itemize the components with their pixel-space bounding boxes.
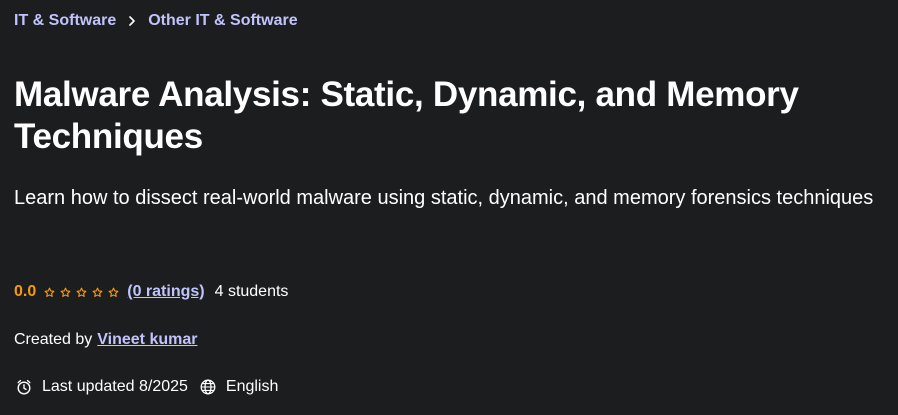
globe-icon [200, 379, 216, 395]
chevron-right-icon [128, 16, 136, 26]
course-subtitle: Learn how to dissect real-world malware … [14, 187, 874, 209]
course-language: English [225, 378, 279, 395]
star-outline-icon [60, 287, 71, 298]
students-count: 4 students [214, 283, 289, 300]
course-header: IT & Software Other IT & Software Malwar… [0, 0, 898, 415]
created-by-label: Created by [14, 331, 93, 348]
last-updated: Last updated 8/2025 [42, 378, 188, 395]
star-outline-icon [92, 287, 103, 298]
breadcrumb-it-software[interactable]: IT & Software [14, 12, 116, 30]
star-outline-icon [44, 287, 55, 298]
star-outline-icon [76, 287, 87, 298]
alarm-clock-icon [16, 379, 32, 395]
ratings-count-link[interactable]: (0 ratings) [127, 283, 204, 301]
creator-row: Created by Vineet kumar [14, 331, 197, 349]
course-meta: Last updated 8/2025 English [16, 378, 290, 396]
star-rating [44, 287, 119, 298]
breadcrumb-other-it-software[interactable]: Other IT & Software [148, 12, 297, 30]
instructor-link[interactable]: Vineet kumar [97, 331, 197, 349]
rating-row: 0.0 (0 ratings) 4 students [14, 283, 288, 301]
breadcrumb: IT & Software Other IT & Software [14, 12, 298, 30]
course-title: Malware Analysis: Static, Dynamic, and M… [14, 75, 799, 156]
rating-value: 0.0 [14, 283, 37, 300]
star-outline-icon [108, 287, 119, 298]
